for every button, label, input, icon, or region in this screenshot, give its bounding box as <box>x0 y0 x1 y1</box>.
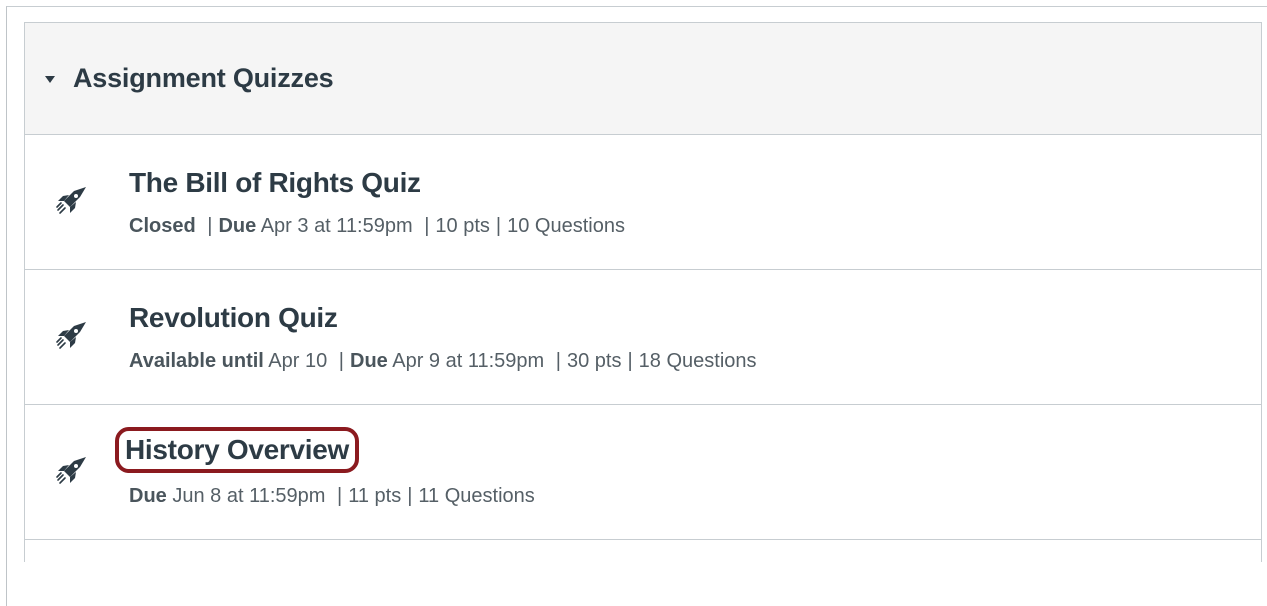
rocket-quiz-icon <box>56 187 86 214</box>
quiz-row: History Overview Due Jun 8 at 11:59pm | 1… <box>25 405 1261 540</box>
quiz-group-assignment-quizzes: Assignment Quizzes The Bill of Rights Qu… <box>24 22 1262 562</box>
separator: | <box>424 215 430 237</box>
question-count: 18 Questions <box>638 350 757 372</box>
quiz-title-link-highlighted[interactable]: History Overview <box>115 427 359 473</box>
due-date: Apr 3 at 11:59pm <box>260 215 413 237</box>
group-header[interactable]: Assignment Quizzes <box>25 23 1261 135</box>
quiz-row: The Bill of Rights Quiz Closed | Due Apr … <box>25 135 1261 270</box>
due-date: Jun 8 at 11:59pm <box>172 485 326 507</box>
status-date: Apr 10 <box>268 350 328 372</box>
status-label: Closed <box>129 215 196 237</box>
due-date: Apr 9 at 11:59pm <box>392 350 545 372</box>
quiz-title-link[interactable]: Revolution Quiz <box>129 302 338 334</box>
group-title: Assignment Quizzes <box>73 63 334 93</box>
due-label: Due <box>129 485 167 507</box>
rocket-quiz-icon <box>56 322 86 349</box>
quiz-meta: Due Jun 8 at 11:59pm | 11 pts | 11 Question… <box>129 485 535 508</box>
due-label: Due <box>350 350 388 372</box>
separator: | <box>207 215 213 237</box>
separator: | <box>338 350 344 372</box>
points: 10 pts <box>435 215 490 237</box>
question-count: 11 Questions <box>418 485 535 507</box>
caret-down-icon[interactable] <box>45 76 55 83</box>
points: 30 pts <box>566 350 622 372</box>
question-count: 10 Questions <box>507 215 625 237</box>
points: 11 pts <box>348 485 402 507</box>
quiz-title-link[interactable]: The Bill of Rights Quiz <box>129 167 421 199</box>
due-label: Due <box>218 215 257 237</box>
quiz-meta: Closed | Due Apr 3 at 11:59pm | 10 pts | 10 … <box>129 215 625 238</box>
separator: | <box>407 485 413 507</box>
separator: | <box>555 350 561 372</box>
separator: | <box>627 350 633 372</box>
rocket-quiz-icon <box>56 457 86 484</box>
status-label: Available until <box>129 350 264 372</box>
separator: | <box>337 485 343 507</box>
quiz-row: Revolution Quiz Available until Apr 10 |… <box>25 270 1261 405</box>
separator: | <box>495 215 502 237</box>
quiz-meta: Available until Apr 10 | Due Apr 9 at 11:… <box>129 350 757 373</box>
